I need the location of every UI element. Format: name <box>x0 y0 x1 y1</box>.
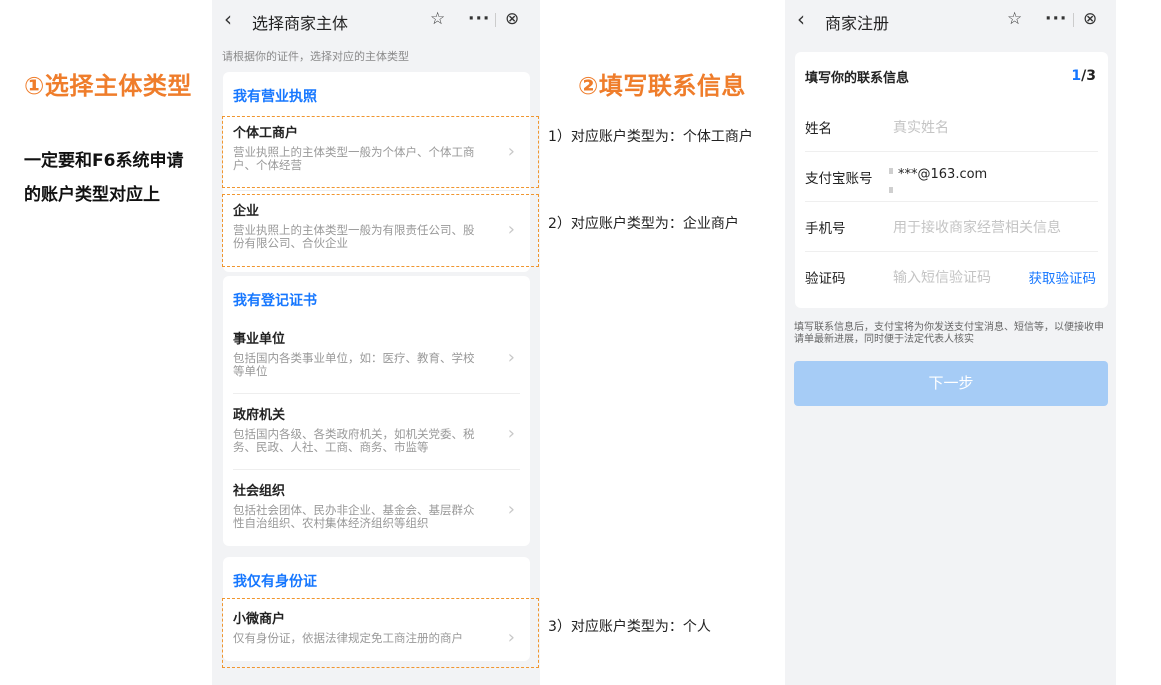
option-desc: 包括国内各类事业单位，如：医疗、教育、学校等单位 <box>233 351 475 378</box>
page-title: 选择商家主体 <box>252 14 349 33</box>
alipay-account-value: ***@163.com <box>898 167 988 182</box>
more-dots-icon[interactable]: ··· <box>1045 9 1067 29</box>
close-circle-icon[interactable]: ⊗ <box>505 9 519 29</box>
field-phone[interactable]: 手机号 用于接收商家经营相关信息 <box>795 202 1108 252</box>
back-arrow-icon[interactable]: ‹ <box>224 7 232 31</box>
mapping-personal: 3）对应账户类型为：个人 <box>548 619 711 635</box>
get-code-button[interactable]: 获取验证码 <box>1029 267 1097 287</box>
section-certificate: 我有登记证书 事业单位 包括国内各类事业单位，如：医疗、教育、学校等单位 › 政… <box>223 276 530 546</box>
side-note-line1: 一定要和F6系统申请 <box>24 151 184 171</box>
more-dots-icon[interactable]: ··· <box>468 9 490 29</box>
form-heading: 填写你的联系信息 <box>805 71 910 86</box>
page-title: 商家注册 <box>825 14 890 33</box>
star-icon[interactable]: ☆ <box>1007 9 1022 29</box>
option-desc: 包括国内各级、各类政府机关，如机关党委、税务、民政、人社、工商、商务、市监等 <box>233 427 475 454</box>
field-label: 姓名 <box>805 121 832 137</box>
avatar <box>889 168 893 174</box>
page-subtitle: 请根据你的证件，选择对应的主体类型 <box>222 50 409 63</box>
option-social-organization[interactable]: 社会组织 包括社会团体、民办非企业、基金会、基层群众性自治组织、农村集体经济组织… <box>233 483 515 530</box>
contact-note: 填写联系信息后，支付宝将为你发送支付宝消息、短信等，以便接收申请单最新进展，同时… <box>794 322 1104 345</box>
field-label: 验证码 <box>805 271 846 287</box>
highlight-individual-business <box>222 116 539 188</box>
contact-form: 填写你的联系信息 1/3 姓名 真实姓名 支付宝账号 ***@163.com 手… <box>795 52 1108 308</box>
avatar-pixel <box>889 187 893 193</box>
highlight-enterprise <box>222 194 539 267</box>
field-label: 支付宝账号 <box>805 171 873 187</box>
step1-title: ①选择主体类型 <box>24 72 192 100</box>
divider <box>233 469 520 470</box>
name-input[interactable]: 真实姓名 <box>893 117 949 137</box>
option-title: 政府机关 <box>233 408 286 423</box>
phone-input[interactable]: 用于接收商家经营相关信息 <box>893 217 1061 237</box>
header-divider <box>1073 13 1074 27</box>
side-note-line2: 的账户类型对应上 <box>24 185 160 205</box>
option-government[interactable]: 政府机关 包括国内各级、各类政府机关，如机关党委、税务、民政、人社、工商、商务、… <box>233 407 515 454</box>
step-indicator: 1/3 <box>1071 68 1096 84</box>
register-screen: ‹ 商家注册 ☆ ··· ⊗ 填写你的联系信息 1/3 姓名 真实姓名 支付宝账… <box>785 0 1116 685</box>
side-note: 一定要和F6系统申请 的账户类型对应上 <box>24 144 183 212</box>
step2-title: ②填写联系信息 <box>578 72 746 100</box>
verify-code-input[interactable]: 输入短信验证码 <box>893 267 991 287</box>
close-circle-icon[interactable]: ⊗ <box>1083 9 1097 29</box>
chevron-right-icon: › <box>507 423 515 444</box>
option-title: 社会组织 <box>233 484 286 499</box>
field-name[interactable]: 姓名 真实姓名 <box>795 102 1108 152</box>
step-total: /3 <box>1081 68 1096 84</box>
option-public-institution[interactable]: 事业单位 包括国内各类事业单位，如：医疗、教育、学校等单位 › <box>233 331 515 378</box>
field-verify-code[interactable]: 验证码 输入短信验证码 获取验证码 <box>795 252 1108 302</box>
highlight-micro-merchant <box>222 598 539 668</box>
next-button[interactable]: 下一步 <box>794 361 1108 406</box>
star-icon[interactable]: ☆ <box>430 9 445 29</box>
section-heading: 我仅有身份证 <box>233 574 317 590</box>
back-arrow-icon[interactable]: ‹ <box>797 7 805 31</box>
step-current: 1 <box>1071 68 1082 84</box>
mapping-individual: 1）对应账户类型为：个体工商户 <box>548 129 753 145</box>
chevron-right-icon: › <box>507 347 515 368</box>
section-heading: 我有营业执照 <box>233 89 317 105</box>
divider <box>233 393 520 394</box>
form-header: 填写你的联系信息 1/3 <box>795 52 1108 102</box>
field-label: 手机号 <box>805 221 846 237</box>
select-subject-screen: ‹ 选择商家主体 ☆ ··· ⊗ 请根据你的证件，选择对应的主体类型 我有营业执… <box>212 0 540 685</box>
header-divider <box>495 13 496 27</box>
divider <box>233 190 520 191</box>
select-header: ‹ 选择商家主体 ☆ ··· ⊗ <box>212 0 540 40</box>
chevron-right-icon: › <box>507 499 515 520</box>
option-desc: 包括社会团体、民办非企业、基金会、基层群众性自治组织、农村集体经济组织等组织 <box>233 503 475 530</box>
option-title: 事业单位 <box>233 332 286 347</box>
section-heading: 我有登记证书 <box>233 293 317 309</box>
mapping-enterprise: 2）对应账户类型为：企业商户 <box>548 216 739 232</box>
register-header: ‹ 商家注册 ☆ ··· ⊗ <box>785 0 1116 40</box>
field-alipay-account: 支付宝账号 ***@163.com <box>795 152 1108 202</box>
